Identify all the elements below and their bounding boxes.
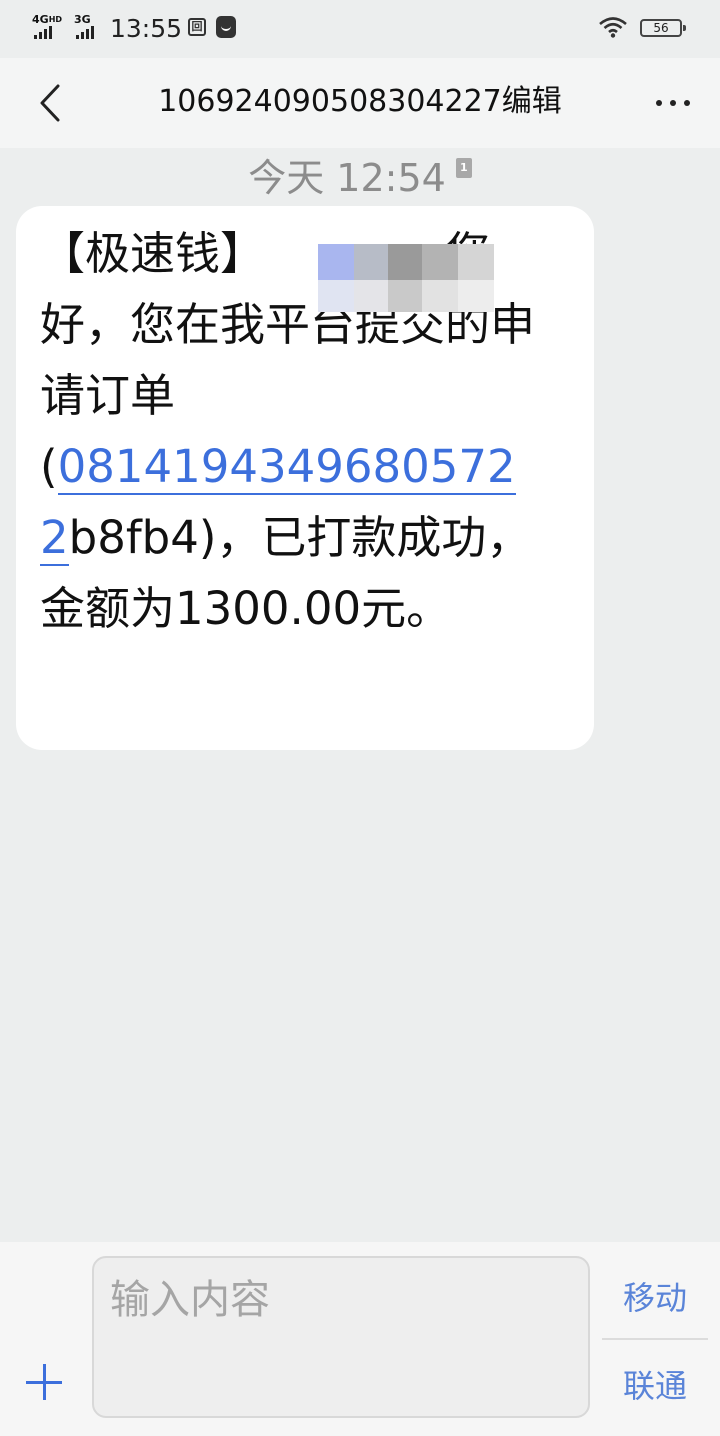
composer-bar: 输入内容 移动 联通: [0, 1242, 720, 1436]
message-timestamp: 今天 12:54 1: [0, 152, 720, 204]
sim-card-icon: 1: [455, 157, 472, 178]
signal-icon-sim1: [34, 26, 52, 39]
message-sender-tag: 【极速钱】: [40, 227, 266, 280]
message-body-part2: b8fb4)，已打款成功，金额为1300.00元。: [40, 511, 532, 635]
send-button-sim2[interactable]: 联通: [602, 1364, 708, 1414]
more-options-icon[interactable]: [648, 80, 698, 124]
status-bar: 4GHD 3G 13:55 回 56: [0, 0, 720, 58]
send-button-sim1[interactable]: 移动: [602, 1276, 708, 1336]
contact-number-title[interactable]: 1069240905083042​27编辑: [100, 82, 620, 122]
message-text: 【极速钱】 您好，您在我平台提交的申请订单(0814194349680572​2b…: [40, 218, 570, 644]
wifi-icon: [599, 17, 627, 38]
timestamp-label: 今天 12:54: [248, 156, 446, 200]
notification-icon: 回: [188, 18, 206, 36]
status-time: 13:55: [110, 14, 183, 43]
network-hd-label: HD: [48, 15, 63, 24]
message-input-placeholder: 输入内容: [110, 1277, 270, 1323]
back-icon[interactable]: [30, 78, 70, 128]
network-type-3g: 3G: [74, 13, 91, 26]
message-app-icon: [216, 16, 236, 38]
network-type-4g: 4GHD: [32, 14, 62, 25]
battery-icon: 56: [640, 19, 686, 37]
signal-icon-sim2: [76, 26, 94, 39]
add-attachment-icon[interactable]: [20, 1358, 70, 1408]
conversation-header: 1069240905083042​27编辑: [0, 58, 720, 148]
send-divider: [602, 1338, 708, 1340]
message-input[interactable]: 输入内容: [92, 1256, 590, 1418]
network-4g-label: 4G: [32, 13, 49, 26]
